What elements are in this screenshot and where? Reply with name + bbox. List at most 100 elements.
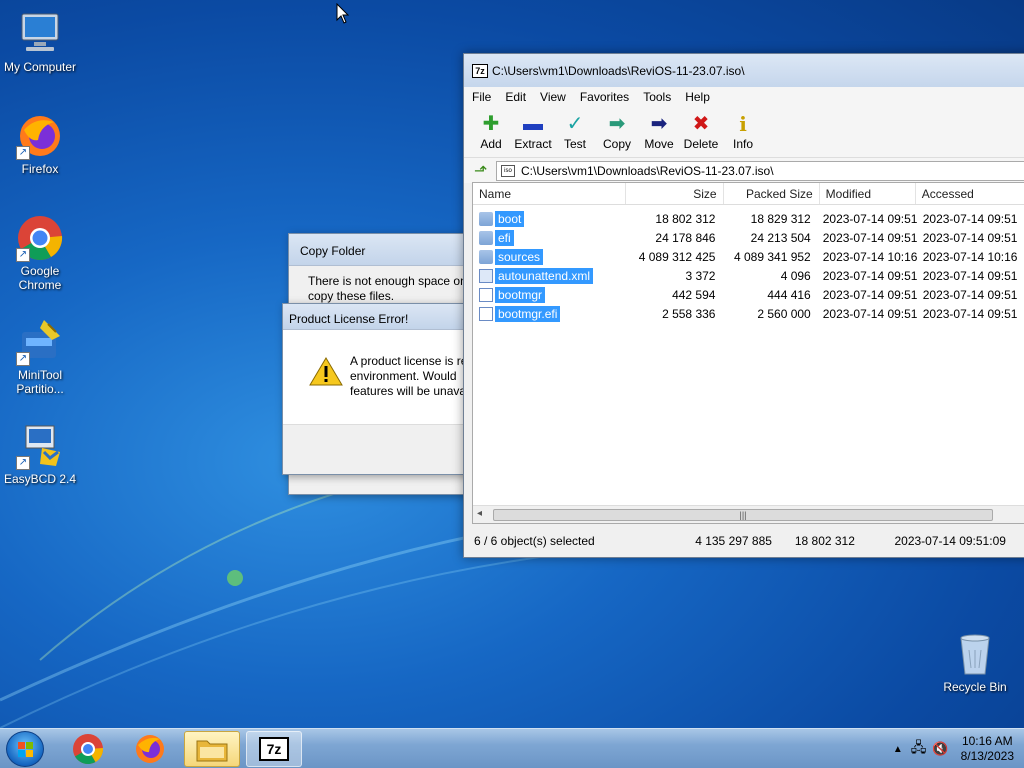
file-packed-size: 444 416	[767, 287, 811, 302]
file-modified: 2023-07-14 09:51	[822, 287, 918, 302]
dialog-button-area	[283, 424, 467, 474]
xml-file-icon	[479, 268, 493, 283]
delete-button[interactable]: ✖ Delete	[680, 111, 722, 157]
menu-file[interactable]: File	[472, 90, 491, 104]
file-accessed: 2023-07-14 09:51	[922, 230, 1018, 245]
dialog-message: features will be unava	[350, 384, 467, 398]
volume-muted-icon[interactable]: 🔇	[932, 741, 948, 757]
file-name: boot	[495, 210, 525, 227]
firefox-icon: ↗	[16, 112, 64, 160]
start-button[interactable]	[6, 731, 44, 767]
firefox-icon	[136, 735, 164, 763]
desktop-icon-google-chrome[interactable]: ↗ Google Chrome	[0, 214, 80, 292]
scrollbar-thumb[interactable]: |||	[493, 509, 993, 521]
menu-bar: File Edit View Favorites Tools Help	[464, 87, 1024, 107]
warning-icon	[309, 357, 343, 386]
network-icon[interactable]: 🖧	[911, 737, 927, 761]
shortcut-arrow-icon: ↗	[16, 146, 30, 160]
minus-icon: ▬	[523, 113, 543, 135]
file-list[interactable]: Name Size Packed Size Modified Accessed …	[472, 182, 1024, 524]
info-button[interactable]: i Info	[722, 111, 764, 157]
show-hidden-icons-icon[interactable]: ▲	[893, 744, 903, 755]
file-modified: 2023-07-14 09:51	[822, 230, 918, 245]
desktop-icon-easybcd[interactable]: ↗ EasyBCD 2.4	[0, 422, 80, 486]
dialog-message: copy these files.	[308, 289, 395, 303]
file-modified: 2023-07-14 09:51	[822, 268, 918, 283]
scroll-left-icon[interactable]: ◂	[477, 508, 482, 519]
copy-arrow-icon: ➡	[608, 113, 626, 135]
copy-button[interactable]: ➡ Copy	[596, 111, 638, 157]
desktop-icon-label: EasyBCD 2.4	[3, 472, 77, 486]
file-size: 3 372	[685, 268, 716, 283]
desktop-icon-minitool[interactable]: ↗ MiniTool Partitio...	[0, 318, 80, 396]
tool-label: Move	[644, 137, 674, 151]
dialog-message: environment. Would	[350, 369, 457, 383]
menu-view[interactable]: View	[540, 90, 566, 104]
address-field[interactable]: iso C:\Users\vm1\Downloads\ReviOS-11-23.…	[496, 160, 1024, 181]
desktop-icon-label: Google Chrome	[18, 264, 62, 292]
desktop-icon-recycle-bin[interactable]: Recycle Bin	[935, 630, 1015, 694]
table-row[interactable]: bootmgr.efi 2 558 336 2 560 000 2023-07-…	[473, 304, 1024, 323]
taskbar: 7z ▲ 🖧 🔇 10:16 AM 8/13/2023	[0, 728, 1024, 768]
tool-label: Add	[480, 137, 502, 151]
desktop-icon-firefox[interactable]: ↗ Firefox	[0, 112, 80, 176]
move-button[interactable]: ➡ Move	[638, 111, 680, 157]
column-size[interactable]: Size	[626, 183, 724, 204]
desktop-icon-my-computer[interactable]: My Computer	[0, 10, 80, 74]
menu-edit[interactable]: Edit	[505, 90, 526, 104]
shortcut-arrow-icon: ↗	[16, 248, 30, 262]
folder-up-icon[interactable]: ⬏	[474, 161, 496, 181]
table-row[interactable]: sources 4 089 312 425 4 089 341 952 2023…	[473, 247, 1024, 266]
taskbar-chrome[interactable]	[60, 731, 116, 767]
file-size: 18 802 312	[655, 211, 716, 226]
column-modified[interactable]: Modified	[820, 183, 916, 204]
mouse-cursor-icon	[336, 3, 350, 24]
recycle-bin-icon	[951, 630, 999, 678]
menu-favorites[interactable]: Favorites	[580, 90, 629, 104]
file-size: 4 089 312 425	[638, 249, 716, 264]
clock[interactable]: 10:16 AM 8/13/2023	[961, 734, 1014, 764]
table-row[interactable]: boot 18 802 312 18 829 312 2023-07-14 09…	[473, 209, 1024, 228]
file-packed-size: 4 089 341 952	[733, 249, 811, 264]
product-license-error-dialog[interactable]: Product License Error! A product license…	[282, 303, 468, 475]
taskbar-firefox[interactable]	[122, 731, 178, 767]
status-packed: 18 802 312	[794, 534, 855, 548]
file-accessed: 2023-07-14 09:51	[922, 211, 1018, 226]
shortcut-arrow-icon: ↗	[16, 352, 30, 366]
file-name: efi	[495, 229, 514, 246]
desktop-icon-label: MiniTool Partitio...	[16, 368, 64, 396]
tool-label: Info	[732, 137, 753, 151]
test-button[interactable]: ✓ Test	[554, 111, 596, 157]
taskbar-file-explorer[interactable]	[184, 731, 240, 767]
taskbar-7zip[interactable]: 7z	[246, 731, 302, 767]
table-row[interactable]: efi 24 178 846 24 213 504 2023-07-14 09:…	[473, 228, 1024, 247]
dialog-message: A product license is re	[350, 354, 468, 368]
menu-tools[interactable]: Tools	[643, 90, 671, 104]
plus-icon: ✚	[482, 113, 500, 135]
tool-label: Test	[563, 137, 586, 151]
column-packed-size[interactable]: Packed Size	[724, 183, 820, 204]
file-accessed: 2023-07-14 09:51	[922, 268, 1018, 283]
table-row[interactable]: bootmgr 442 594 444 416 2023-07-14 09:51…	[473, 285, 1024, 304]
dialog-title: Product License Error!	[283, 304, 467, 330]
file-name: autounattend.xml	[495, 267, 594, 284]
column-accessed[interactable]: Accessed	[916, 183, 1024, 204]
clock-time: 10:16 AM	[961, 734, 1013, 748]
horizontal-scrollbar[interactable]: ◂ |||	[473, 505, 1024, 523]
add-button[interactable]: ✚ Add	[470, 111, 512, 157]
file-modified: 2023-07-14 09:51	[822, 306, 918, 321]
window-titlebar[interactable]: 7z C:\Users\vm1\Downloads\ReviOS-11-23.0…	[464, 54, 1024, 87]
menu-help[interactable]: Help	[685, 90, 710, 104]
move-arrow-icon: ➡	[650, 113, 668, 135]
minitool-icon: ↗	[16, 318, 64, 366]
file-modified: 2023-07-14 10:16	[822, 249, 918, 264]
extract-button[interactable]: ▬ Extract	[512, 111, 554, 157]
file-icon	[479, 306, 493, 321]
column-name[interactable]: Name	[473, 183, 627, 204]
toolbar: ✚ Add ▬ Extract ✓ Test ➡ Copy ➡ Move ✖ D…	[464, 107, 1024, 157]
file-name: bootmgr.efi	[495, 305, 561, 322]
clock-date: 8/13/2023	[960, 749, 1014, 763]
desktop-icon-label: Firefox	[21, 162, 59, 176]
table-row[interactable]: autounattend.xml 3 372 4 096 2023-07-14 …	[473, 266, 1024, 285]
sevenzip-window[interactable]: 7z C:\Users\vm1\Downloads\ReviOS-11-23.0…	[463, 53, 1024, 558]
